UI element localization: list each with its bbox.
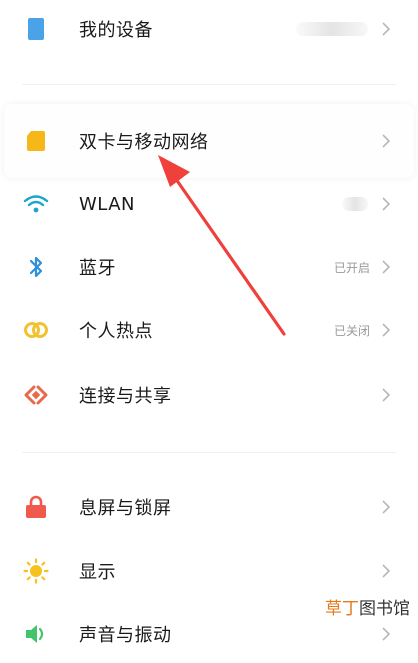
settings-item-label: WLAN	[79, 193, 136, 215]
settings-item-label: 声音与振动	[79, 625, 172, 646]
chevron-right-icon	[376, 257, 396, 277]
status-text: 已关闭	[333, 323, 370, 338]
settings-item-label: 显示	[79, 562, 116, 583]
speaker-icon	[22, 620, 50, 648]
status-text: 已开启	[333, 260, 370, 275]
connection-share-icon	[22, 381, 50, 409]
settings-item-label: 息屏与锁屏	[79, 498, 172, 519]
settings-item-label: 个人热点	[79, 321, 153, 342]
watermark: 草丁图书馆	[325, 594, 410, 619]
settings-item-lock-screen[interactable]: 息屏与锁屏	[0, 478, 418, 536]
chevron-right-icon	[376, 194, 396, 214]
chevron-right-icon	[376, 624, 396, 644]
wifi-icon	[22, 190, 50, 218]
settings-item-label: 连接与共享	[79, 386, 172, 407]
watermark-brand: 草丁	[325, 599, 359, 619]
settings-item-my-device[interactable]: 我的设备	[0, 0, 418, 58]
chevron-right-icon	[376, 131, 396, 151]
chevron-right-icon	[376, 19, 396, 39]
sun-icon	[22, 557, 50, 585]
bluetooth-icon	[22, 253, 50, 281]
settings-item-bluetooth[interactable]: 蓝牙 已开启	[0, 238, 418, 296]
chevron-right-icon	[376, 320, 396, 340]
blurred-value	[296, 22, 368, 36]
settings-item-label: 双卡与移动网络	[79, 132, 209, 153]
settings-item-hotspot[interactable]: 个人热点 已关闭	[0, 301, 418, 359]
hotspot-icon	[22, 316, 50, 344]
section-divider	[22, 452, 396, 453]
settings-item-wlan[interactable]: WLAN	[0, 175, 418, 233]
settings-item-label: 蓝牙	[79, 258, 116, 279]
blurred-value	[342, 197, 368, 211]
settings-item-connection-share[interactable]: 连接与共享	[0, 366, 418, 424]
device-icon	[22, 15, 50, 43]
watermark-suffix: 图书馆	[359, 599, 410, 619]
chevron-right-icon	[376, 561, 396, 581]
sim-card-icon	[22, 127, 50, 155]
chevron-right-icon	[376, 385, 396, 405]
lock-icon	[22, 493, 50, 521]
section-divider	[22, 84, 396, 85]
chevron-right-icon	[376, 497, 396, 517]
settings-item-display[interactable]: 显示	[0, 542, 418, 600]
settings-item-label: 我的设备	[79, 20, 153, 41]
settings-item-sim-network[interactable]: 双卡与移动网络	[0, 112, 418, 170]
